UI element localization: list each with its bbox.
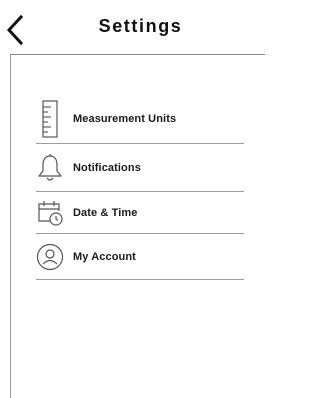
menu-item-label: My Account <box>73 250 136 263</box>
menu-item-label: Date & Time <box>73 206 138 219</box>
menu-item-date-time[interactable]: Date & Time <box>36 192 244 234</box>
menu-item-measurement-units[interactable]: Measurement Units <box>36 95 244 144</box>
ruler-icon <box>36 100 64 138</box>
menu-item-my-account[interactable]: My Account <box>36 234 244 280</box>
header-divider <box>10 54 265 55</box>
settings-screen: Settings Measurement Units Notifications… <box>0 0 265 398</box>
bell-icon <box>36 153 64 183</box>
settings-menu: Measurement Units Notifications Date & T… <box>36 95 244 280</box>
user-circle-icon <box>36 242 64 272</box>
left-border <box>10 55 11 398</box>
menu-item-label: Measurement Units <box>73 113 177 125</box>
menu-item-notifications[interactable]: Notifications <box>36 144 244 192</box>
calendar-clock-icon <box>36 198 64 228</box>
menu-item-label: Notifications <box>73 161 141 174</box>
header: Settings <box>0 0 265 55</box>
page-title: Settings <box>98 16 183 36</box>
